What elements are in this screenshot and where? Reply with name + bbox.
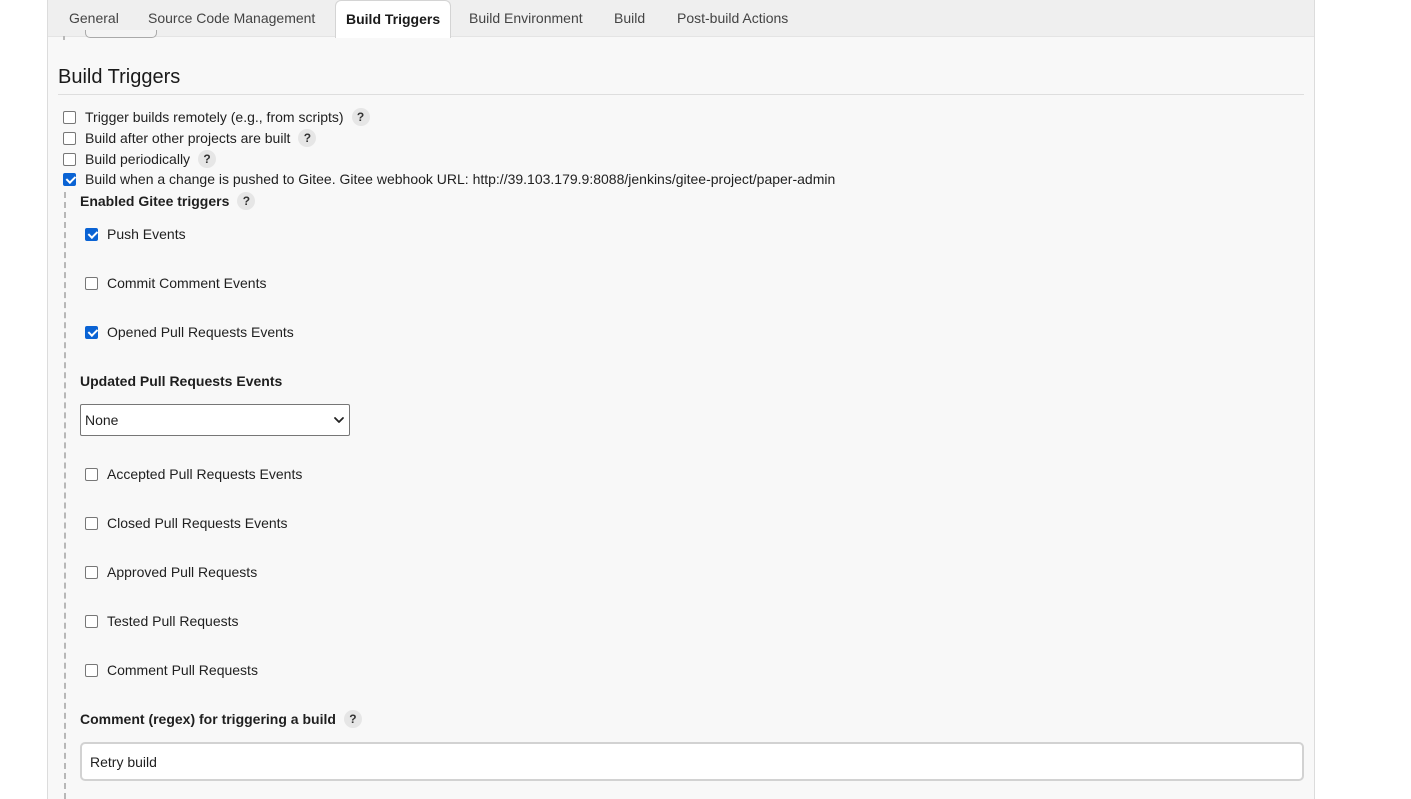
trigger-gitee-push-label[interactable]: Build when a change is pushed to Gitee. …: [85, 171, 835, 187]
push-events-label[interactable]: Push Events: [107, 226, 186, 242]
config-tabbar: General Source Code Management Build Tri…: [48, 0, 1314, 38]
push-events-checkbox[interactable]: [85, 227, 98, 241]
tab-build-environment[interactable]: Build Environment: [469, 0, 583, 36]
trigger-periodically-row: Build periodically ?: [63, 150, 217, 168]
trigger-after-projects-checkbox[interactable]: [63, 131, 76, 145]
accepted-pr-events-label[interactable]: Accepted Pull Requests Events: [107, 466, 302, 482]
trigger-remote-row: Trigger builds remotely (e.g., from scri…: [63, 108, 370, 126]
trigger-after-projects-row: Build after other projects are built ?: [63, 129, 317, 147]
commit-comment-events-row: Commit Comment Events: [85, 275, 266, 291]
section-divider: [58, 94, 1304, 95]
approved-pr-row: Approved Pull Requests: [85, 564, 257, 580]
trigger-periodically-label[interactable]: Build periodically: [85, 151, 190, 167]
tab-build[interactable]: Build: [614, 0, 645, 36]
chevron-down-icon: [334, 417, 344, 423]
comment-regex-input[interactable]: [80, 742, 1304, 781]
help-icon[interactable]: ?: [351, 108, 370, 126]
enabled-gitee-triggers-row: Enabled Gitee triggers ?: [80, 192, 256, 210]
comment-regex-row: Comment (regex) for triggering a build ?: [80, 710, 362, 728]
closed-pr-events-label[interactable]: Closed Pull Requests Events: [107, 515, 288, 531]
opened-pr-events-row: Opened Pull Requests Events: [85, 324, 294, 340]
updated-pr-events-select[interactable]: None: [80, 404, 350, 436]
help-icon[interactable]: ?: [343, 710, 362, 728]
trigger-remote-label[interactable]: Trigger builds remotely (e.g., from scri…: [85, 109, 344, 125]
section-title: Build Triggers: [58, 66, 181, 88]
opened-pr-events-label[interactable]: Opened Pull Requests Events: [107, 324, 294, 340]
nested-section-guide: [64, 192, 66, 799]
accepted-pr-events-checkbox[interactable]: [85, 467, 98, 481]
updated-pr-events-row: Updated Pull Requests Events: [80, 373, 282, 389]
comment-regex-label: Comment (regex) for triggering a build: [80, 711, 336, 727]
previous-section-guide: [63, 36, 67, 40]
enabled-gitee-triggers-label: Enabled Gitee triggers: [80, 193, 230, 209]
tested-pr-row: Tested Pull Requests: [85, 613, 239, 629]
trigger-remote-checkbox[interactable]: [63, 110, 76, 124]
approved-pr-checkbox[interactable]: [85, 565, 98, 579]
commit-comment-events-label[interactable]: Commit Comment Events: [107, 275, 266, 291]
comment-pr-label[interactable]: Comment Pull Requests: [107, 662, 258, 678]
trigger-gitee-push-checkbox[interactable]: [63, 172, 76, 186]
trigger-gitee-push-row: Build when a change is pushed to Gitee. …: [63, 171, 835, 187]
help-icon[interactable]: ?: [237, 192, 256, 210]
tested-pr-label[interactable]: Tested Pull Requests: [107, 613, 239, 629]
accepted-pr-events-row: Accepted Pull Requests Events: [85, 466, 302, 482]
help-icon[interactable]: ?: [198, 150, 217, 168]
approved-pr-label[interactable]: Approved Pull Requests: [107, 564, 257, 580]
comment-pr-row: Comment Pull Requests: [85, 662, 258, 678]
tab-post-build-actions[interactable]: Post-build Actions: [677, 0, 788, 36]
closed-pr-events-checkbox[interactable]: [85, 516, 98, 530]
trigger-after-projects-label[interactable]: Build after other projects are built: [85, 130, 290, 146]
commit-comment-events-checkbox[interactable]: [85, 276, 98, 290]
tested-pr-checkbox[interactable]: [85, 614, 98, 628]
tab-build-triggers[interactable]: Build Triggers: [335, 0, 452, 38]
help-icon[interactable]: ?: [298, 129, 317, 147]
updated-pr-events-value: None: [85, 412, 119, 428]
tab-source-code-management[interactable]: Source Code Management: [148, 0, 315, 36]
trigger-periodically-checkbox[interactable]: [63, 152, 76, 166]
config-panel: General Source Code Management Build Tri…: [47, 0, 1315, 799]
opened-pr-events-checkbox[interactable]: [85, 325, 98, 339]
comment-pr-checkbox[interactable]: [85, 663, 98, 677]
previous-section-button[interactable]: [85, 30, 157, 38]
push-events-row: Push Events: [85, 226, 186, 242]
updated-pr-events-label: Updated Pull Requests Events: [80, 373, 283, 389]
closed-pr-events-row: Closed Pull Requests Events: [85, 515, 288, 531]
